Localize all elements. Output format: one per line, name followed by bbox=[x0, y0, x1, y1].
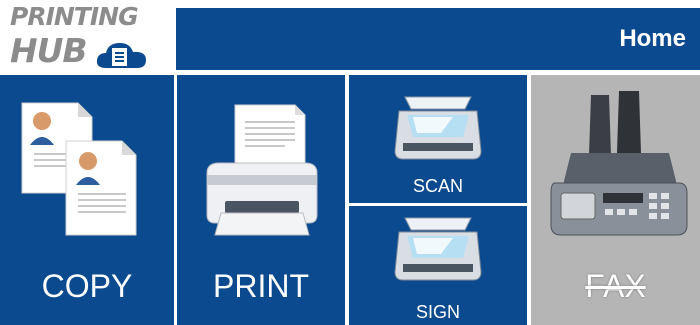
cloud-document-icon bbox=[96, 43, 146, 68]
scanner-icon bbox=[394, 96, 482, 160]
header-bar: Home bbox=[176, 8, 700, 70]
copy-tile[interactable]: COPY bbox=[0, 75, 174, 325]
page-title: Home bbox=[619, 25, 686, 52]
logo-text-hub: HUB bbox=[10, 31, 88, 70]
scanner-icon bbox=[394, 217, 482, 281]
fax-label: FAX bbox=[585, 268, 646, 304]
logo-text-printing: PRINTING bbox=[10, 2, 139, 31]
printer-icon bbox=[206, 104, 318, 236]
sign-tile[interactable]: SIGN bbox=[349, 206, 527, 325]
fax-tile: FAX bbox=[531, 75, 700, 325]
print-tile[interactable]: PRINT bbox=[177, 75, 345, 325]
scan-tile[interactable]: SCAN bbox=[349, 75, 527, 203]
copy-documents-icon bbox=[21, 102, 137, 236]
print-label: PRINT bbox=[213, 268, 309, 304]
copy-label: COPY bbox=[41, 268, 133, 304]
fax-machine-icon bbox=[550, 91, 688, 236]
sign-label: SIGN bbox=[415, 302, 460, 322]
printing-hub-logo: PRINTING HUB bbox=[0, 0, 174, 72]
scan-label: SCAN bbox=[412, 176, 463, 196]
